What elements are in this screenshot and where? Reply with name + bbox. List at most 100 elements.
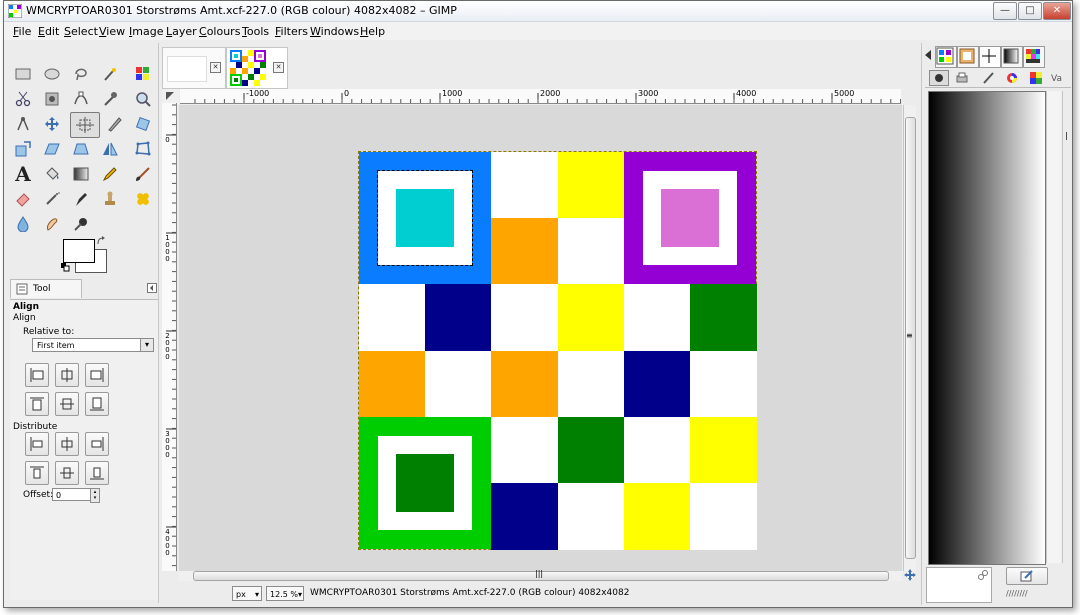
dock-vertical-scrollbar[interactable] <box>1046 91 1061 563</box>
align-right-button[interactable] <box>85 363 109 387</box>
menu-image[interactable]: Image <box>129 25 163 38</box>
airbrush-tool[interactable] <box>41 188 63 210</box>
spin-arrows-icon[interactable]: ▴ ▾ <box>90 488 100 503</box>
close-button[interactable]: ✕ <box>1043 2 1071 20</box>
distribute-right-button[interactable] <box>85 432 109 456</box>
menu-tools[interactable]: Tools <box>242 25 269 38</box>
menu-windows[interactable]: Windows <box>310 25 359 38</box>
foreground-color-swatch[interactable] <box>63 239 95 263</box>
menu-filters[interactable]: Filters <box>275 25 308 38</box>
distribute-bottom-button[interactable] <box>85 461 109 485</box>
vertical-scrollbar[interactable]: ≡ <box>903 105 916 571</box>
shear-tool[interactable] <box>41 138 63 160</box>
default-colors-icon[interactable] <box>61 263 71 273</box>
tab-patterns[interactable] <box>935 46 957 68</box>
menu-layer[interactable]: Layer <box>166 25 197 38</box>
heal-tool[interactable] <box>132 188 154 210</box>
flip-tool[interactable] <box>99 138 121 160</box>
scale-tool[interactable] <box>12 138 34 160</box>
blur-tool[interactable] <box>12 213 34 235</box>
eraser-tool[interactable] <box>12 188 34 210</box>
distribute-left-button[interactable] <box>25 432 49 456</box>
menu-file[interactable]: File <box>13 25 31 38</box>
dock-scroll-left-icon[interactable] <box>924 49 932 61</box>
color-picker-tool[interactable] <box>99 88 121 110</box>
menu-view[interactable]: View <box>99 25 125 38</box>
navigate-icon[interactable] <box>904 569 916 581</box>
image-viewport[interactable] <box>179 105 902 571</box>
align-center-button[interactable] <box>55 363 79 387</box>
distribute-center-button[interactable] <box>55 432 79 456</box>
tab-colors[interactable] <box>1005 71 1019 85</box>
tab-document-history[interactable] <box>955 71 969 85</box>
select-by-color-tool[interactable] <box>132 63 154 85</box>
bucket-fill-tool[interactable] <box>41 163 63 185</box>
move-tool[interactable] <box>41 113 63 135</box>
close-icon[interactable]: ✕ <box>273 62 284 73</box>
distribute-top-button[interactable] <box>25 461 49 485</box>
menu-edit[interactable]: Edit <box>38 25 59 38</box>
paintbrush-tool[interactable] <box>132 163 154 185</box>
measure-tool[interactable] <box>12 113 34 135</box>
tab-brushes-dark[interactable] <box>929 70 949 86</box>
foreground-select-tool[interactable] <box>41 88 63 110</box>
align-middle-button[interactable] <box>55 392 79 416</box>
tab-tool-options[interactable]: Tool Options <box>10 279 82 313</box>
close-icon[interactable]: ✕ <box>210 62 221 73</box>
paths-tool[interactable] <box>70 88 92 110</box>
align-bottom-button[interactable] <box>85 392 109 416</box>
image-tab-blank[interactable]: ✕ <box>162 47 226 89</box>
maximize-button[interactable]: □ <box>1018 2 1042 20</box>
distribute-right-icon <box>91 437 104 451</box>
tab-palettes[interactable] <box>1023 46 1045 68</box>
rect-select-tool[interactable] <box>12 63 34 85</box>
gradient-preview[interactable] <box>928 91 1046 565</box>
tab-pointer[interactable] <box>979 46 1001 68</box>
blend-tool[interactable] <box>70 163 92 185</box>
swap-colors-icon[interactable] <box>96 236 106 246</box>
align-top-button[interactable] <box>25 392 49 416</box>
tab-images[interactable] <box>957 46 979 68</box>
rotate-tool[interactable] <box>132 113 154 135</box>
align-tool[interactable] <box>70 112 100 138</box>
tab-brushes[interactable] <box>981 71 995 85</box>
image-canvas[interactable] <box>358 151 757 550</box>
configure-tab-icon[interactable] <box>147 283 157 293</box>
relative-to-combo[interactable]: First item ▾ <box>32 338 154 352</box>
horizontal-scrollbar[interactable]: ||| <box>179 569 902 581</box>
text-tool[interactable]: A <box>12 162 34 186</box>
perspective-tool[interactable] <box>70 138 92 160</box>
unit-combo[interactable]: px ▾ <box>232 586 262 601</box>
cage-transform-tool[interactable] <box>132 138 154 160</box>
clone-tool[interactable] <box>99 188 121 210</box>
fg-bg-colors[interactable] <box>61 236 107 273</box>
fuzzy-select-tool[interactable] <box>99 63 121 85</box>
ellipse-select-tool[interactable] <box>41 63 63 85</box>
smudge-tool[interactable] <box>41 213 63 235</box>
offset-input[interactable]: 0 ▴ ▾ <box>52 488 100 503</box>
minimize-button[interactable]: — <box>993 2 1017 20</box>
horizontal-ruler[interactable]: -1000 0 1000 2000 3000 4000 5000 <box>180 89 901 104</box>
tab-fonts[interactable]: Va <box>1051 71 1065 85</box>
tab-gradients[interactable] <box>1001 46 1023 68</box>
menu-select[interactable]: Select <box>64 25 98 38</box>
align-tool-icon <box>76 117 94 133</box>
pencil-tool[interactable] <box>99 163 121 185</box>
zoom-tool[interactable] <box>132 88 154 110</box>
distribute-middle-button[interactable] <box>55 461 79 485</box>
ink-tool[interactable] <box>70 188 92 210</box>
ruler-corner[interactable] <box>162 89 179 104</box>
crop-tool[interactable] <box>104 113 126 135</box>
vertical-ruler[interactable]: 0 1000 2000 3000 4000 <box>162 103 177 571</box>
edit-brush-button[interactable] <box>1006 567 1048 585</box>
dodge-burn-tool[interactable] <box>70 213 92 235</box>
align-left-button[interactable] <box>25 363 49 387</box>
scissors-tool[interactable] <box>12 88 34 110</box>
image-tab-active[interactable]: ✕ <box>226 47 288 89</box>
free-select-tool[interactable] <box>70 63 92 85</box>
zoom-combo[interactable]: 12.5 % ▾ <box>266 586 304 601</box>
menu-colours[interactable]: Colours <box>199 25 240 38</box>
tab-palette-editor[interactable] <box>1029 71 1043 85</box>
menu-help[interactable]: Help <box>360 25 385 38</box>
brush-preview[interactable] <box>926 567 992 603</box>
